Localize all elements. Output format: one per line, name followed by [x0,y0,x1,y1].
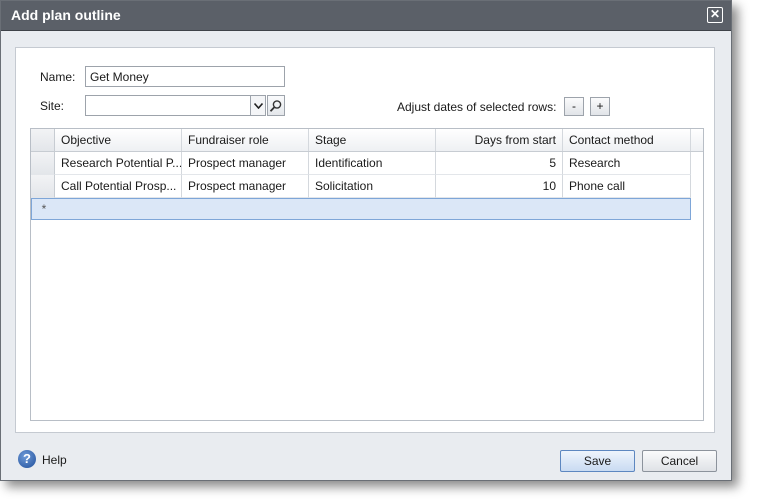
table-row[interactable]: Call Potential Prosp... Prospect manager… [31,175,691,198]
column-header-days-from-start[interactable]: Days from start [436,129,563,151]
form-panel: Name: Get Money Site: Adjust dates of se… [15,47,715,433]
help-link[interactable]: Help [42,453,67,467]
cancel-button[interactable]: Cancel [642,450,717,472]
title-bar: Add plan outline ✕ [1,1,731,31]
row-selector-header [31,129,55,151]
close-icon[interactable]: ✕ [707,7,723,23]
chevron-down-icon [253,102,263,110]
cell-objective[interactable]: Call Potential Prosp... [55,175,182,198]
decrease-dates-button[interactable]: - [564,97,584,116]
cell-contact-method[interactable]: Phone call [563,175,691,198]
table-row[interactable]: Research Potential P... Prospect manager… [31,152,691,175]
cell-stage[interactable]: Identification [309,152,436,175]
name-input[interactable]: Get Money [85,66,285,87]
site-label: Site: [40,99,65,113]
increase-dates-button[interactable]: + [590,97,610,116]
name-label: Name: [40,70,76,84]
site-search-button[interactable] [267,95,285,116]
cell-days-from-start[interactable]: 10 [436,175,563,198]
dialog-title: Add plan outline [11,7,121,23]
site-dropdown-button[interactable] [251,95,266,116]
cell-objective[interactable]: Research Potential P... [55,152,182,175]
site-input[interactable] [85,95,251,116]
save-button[interactable]: Save [560,450,635,472]
column-header-fundraiser-role[interactable]: Fundraiser role [182,129,309,151]
column-header-contact-method[interactable]: Contact method [563,129,691,151]
cell-days-from-start[interactable]: 5 [436,152,563,175]
grid-header: Objective Fundraiser role Stage Days fro… [31,129,703,152]
cell-fundraiser-role[interactable]: Prospect manager [182,152,309,175]
plan-steps-grid: Objective Fundraiser role Stage Days fro… [30,128,704,421]
column-header-objective[interactable]: Objective [55,129,182,151]
column-header-stage[interactable]: Stage [309,129,436,151]
cell-contact-method[interactable]: Research [563,152,691,175]
cell-stage[interactable]: Solicitation [309,175,436,198]
add-plan-outline-dialog: Add plan outline ✕ Name: Get Money Site:… [0,0,732,481]
adjust-dates-label: Adjust dates of selected rows: [397,100,557,114]
cell-fundraiser-role[interactable]: Prospect manager [182,175,309,198]
magnifier-icon [269,100,282,112]
help-icon[interactable]: ? [18,450,36,468]
new-row[interactable]: * [31,198,691,220]
row-selector[interactable] [31,175,55,198]
new-row-marker: * [41,202,47,216]
row-selector[interactable] [31,152,55,175]
